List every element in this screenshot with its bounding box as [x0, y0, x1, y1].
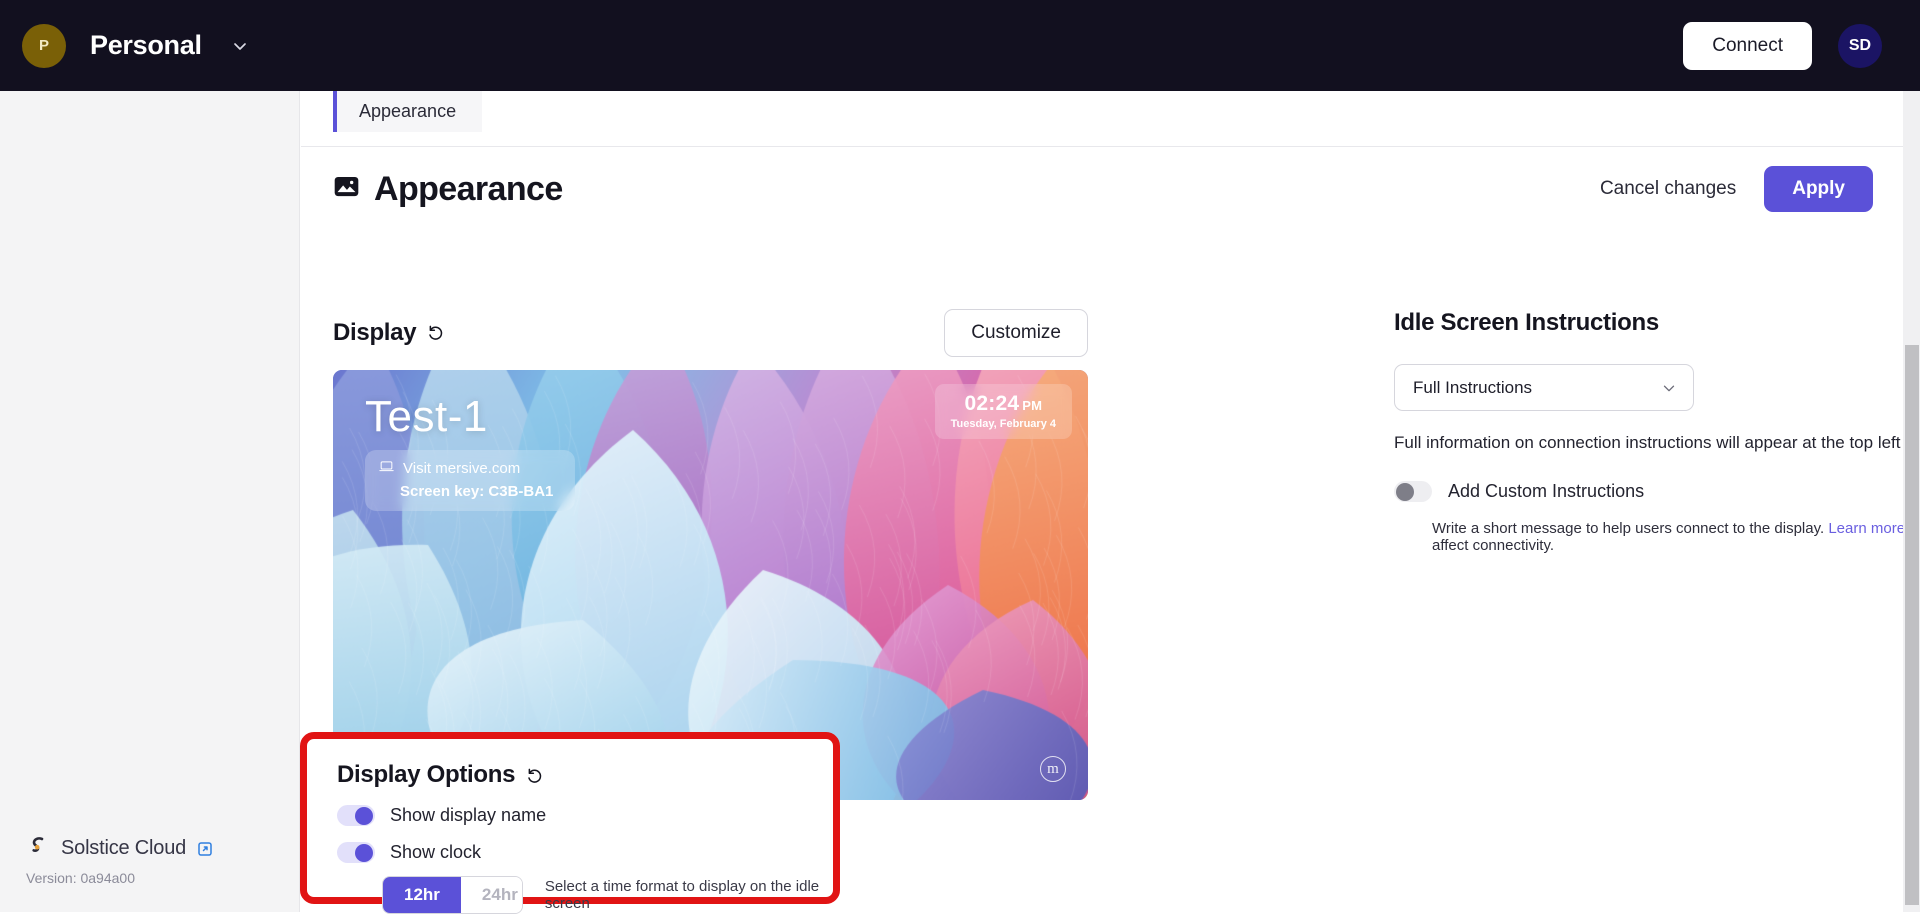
idle-screen-section: Idle Screen Instructions Full Instructio… — [1394, 309, 1905, 554]
time-format-row: 12hr 24hr Select a time format to displa… — [382, 876, 833, 914]
preview-connection-info: Visit mersive.com Screen key: C3B-BA1 — [365, 450, 575, 511]
add-custom-instructions-row: Add Custom Instructions — [1394, 481, 1905, 502]
display-section: Display Customize Test-1 Visit mersive.c… — [333, 309, 1088, 800]
org-avatar-initial: P — [39, 37, 49, 54]
time-format-hint: Select a time format to display on the i… — [545, 878, 833, 912]
undo-reset-icon[interactable] — [525, 766, 544, 785]
version-label: Version: 0a94a00 — [26, 870, 300, 886]
cancel-changes-button[interactable]: Cancel changes — [1600, 178, 1736, 200]
show-clock-row: Show clock — [337, 842, 833, 863]
tab-appearance[interactable]: Appearance — [333, 91, 482, 132]
top-bar-actions: Connect SD — [1683, 22, 1882, 70]
display-options-header: Display Options — [337, 761, 833, 789]
time-format-24hr-button[interactable]: 24hr — [461, 877, 523, 913]
avatar-initials: SD — [1849, 37, 1871, 55]
preview-date: Tuesday, February 4 — [951, 418, 1056, 430]
connect-button[interactable]: Connect — [1683, 22, 1812, 70]
show-display-name-row: Show display name — [337, 805, 833, 826]
apply-button[interactable]: Apply — [1764, 166, 1873, 212]
show-display-name-label: Show display name — [390, 805, 546, 826]
tab-appearance-label: Appearance — [359, 101, 456, 122]
show-display-name-toggle[interactable] — [337, 805, 375, 826]
solstice-logo-icon — [26, 834, 50, 863]
external-link-icon[interactable] — [197, 841, 213, 857]
chevron-down-icon[interactable] — [1660, 379, 1678, 397]
display-options-title: Display Options — [337, 761, 515, 789]
sidebar: Solstice Cloud Version: 0a94a00 — [0, 91, 300, 912]
page-title: Appearance — [333, 170, 563, 209]
preview-screen-key: Screen key: C3B-BA1 — [400, 483, 553, 500]
mersive-logo-icon: m — [1040, 756, 1066, 782]
add-custom-instructions-label: Add Custom Instructions — [1448, 481, 1644, 502]
instructions-select-value: Full Instructions — [1413, 378, 1532, 398]
top-bar: P Personal Connect SD — [0, 0, 1920, 91]
show-clock-label: Show clock — [390, 842, 481, 863]
learn-more-link[interactable]: Learn more — [1828, 520, 1905, 537]
customize-button[interactable]: Customize — [944, 309, 1088, 357]
page-header: Appearance Cancel changes Apply — [333, 161, 1873, 217]
display-section-title: Display — [333, 319, 416, 347]
org-avatar[interactable]: P — [22, 24, 66, 68]
undo-reset-icon[interactable] — [426, 323, 445, 342]
toggle-knob — [1396, 483, 1414, 501]
product-link[interactable]: Solstice Cloud — [26, 834, 300, 863]
idle-screen-title: Idle Screen Instructions — [1394, 309, 1905, 337]
time-format-12hr-button[interactable]: 12hr — [383, 877, 461, 913]
display-section-header: Display Customize — [333, 309, 1088, 356]
vertical-scrollbar-thumb[interactable] — [1905, 345, 1919, 905]
page-header-actions: Cancel changes Apply — [1600, 166, 1873, 212]
instructions-description: Full information on connection instructi… — [1394, 433, 1905, 453]
add-custom-instructions-toggle[interactable] — [1394, 481, 1432, 502]
mersive-logo-letter: m — [1047, 761, 1059, 778]
org-name: Personal — [90, 30, 202, 61]
header-divider — [301, 146, 1905, 147]
vertical-scrollbar-track[interactable] — [1903, 91, 1920, 912]
preview-display-name: Test-1 — [365, 392, 488, 442]
product-name: Solstice Cloud — [61, 837, 186, 860]
help-text-before: Write a short message to help users conn… — [1432, 520, 1828, 537]
chevron-down-icon[interactable] — [230, 36, 250, 56]
time-format-segmented-control: 12hr 24hr — [382, 876, 523, 914]
show-clock-toggle[interactable] — [337, 842, 375, 863]
avatar[interactable]: SD — [1838, 24, 1882, 68]
image-icon — [333, 170, 360, 209]
sidebar-footer: Solstice Cloud Version: 0a94a00 — [0, 818, 300, 912]
display-options-card: Display Options Show display name Show c… — [300, 732, 840, 904]
laptop-icon — [379, 459, 394, 478]
tab-bar: Appearance — [301, 91, 1905, 138]
toggle-knob — [355, 807, 373, 825]
preview-clock: 02:24 PM Tuesday, February 4 — [935, 384, 1072, 439]
preview-visit-text: Visit mersive.com — [403, 460, 520, 477]
preview-ampm: PM — [1022, 398, 1042, 413]
instructions-select[interactable]: Full Instructions — [1394, 364, 1694, 411]
preview-time: 02:24 — [965, 392, 1020, 415]
custom-instructions-help: Write a short message to help users conn… — [1432, 520, 1905, 554]
toggle-knob — [355, 844, 373, 862]
page-title-text: Appearance — [374, 170, 563, 209]
